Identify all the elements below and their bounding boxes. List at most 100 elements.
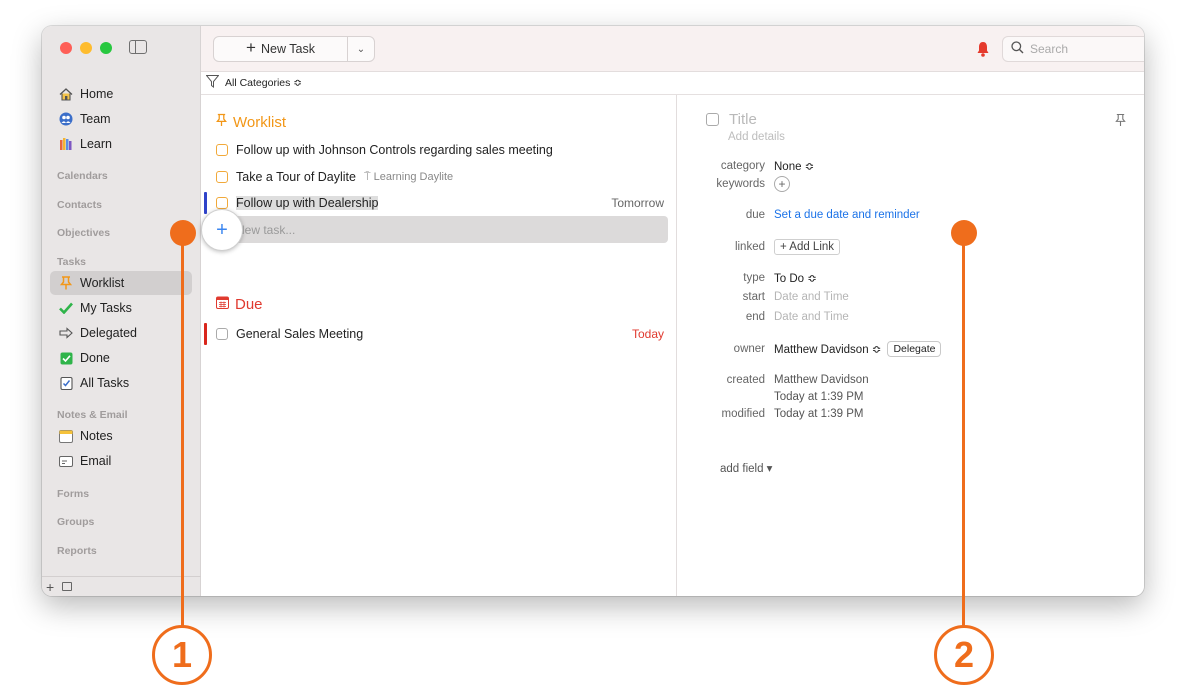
notes-icon: [58, 428, 74, 444]
sidebar-item-done[interactable]: Done: [50, 346, 192, 370]
sidebar-toggle-icon[interactable]: [129, 40, 147, 54]
field-label: due: [745, 209, 765, 221]
end-field: end Date and Time: [678, 308, 1144, 326]
sidebar-section-reports[interactable]: Reports: [57, 545, 97, 557]
task-checkbox[interactable]: [216, 171, 228, 183]
category-filter-select[interactable]: All Categories ≎: [225, 77, 302, 89]
callout-number: 1: [152, 625, 212, 685]
due-section-header: Due: [216, 296, 263, 313]
sidebar-item-all-tasks[interactable]: All Tasks: [50, 371, 192, 395]
end-date-input[interactable]: Date and Time: [774, 311, 849, 323]
delegate-button[interactable]: Delegate: [887, 341, 942, 357]
linked-value: + Add Link: [774, 239, 841, 255]
task-checkbox[interactable]: [216, 197, 228, 209]
add-item-button[interactable]: +: [46, 579, 54, 595]
sidebar-item-home[interactable]: Home: [50, 82, 192, 106]
field-label: owner: [733, 343, 765, 355]
add-link-button[interactable]: + Add Link: [774, 239, 841, 255]
task-row[interactable]: General Sales Meeting Today: [216, 323, 664, 345]
task-title: Follow up with Dealership: [236, 196, 379, 210]
callout-dot: [951, 220, 977, 246]
sidebar-section-tasks[interactable]: Tasks: [57, 256, 86, 268]
owner-field: owner Matthew Davidson ≎ Delegate: [678, 340, 1144, 358]
new-task-button[interactable]: + New Task: [214, 37, 348, 61]
worklist-section-header: Worklist: [216, 113, 286, 131]
callout-dot: [170, 220, 196, 246]
sidebar-section-contacts[interactable]: Contacts: [57, 199, 102, 211]
sidebar-item-label: Team: [80, 112, 111, 126]
field-label: type: [743, 272, 765, 284]
start-field: start Date and Time: [678, 288, 1144, 306]
add-task-plus-icon[interactable]: +: [201, 209, 243, 251]
priority-indicator: [204, 192, 207, 214]
add-field-button[interactable]: add field ▾: [720, 461, 772, 475]
sidebar-item-label: Learn: [80, 137, 112, 151]
sidebar-section-forms[interactable]: Forms: [57, 488, 89, 500]
new-task-input-row[interactable]: New task...: [208, 216, 668, 243]
sidebar-item-team[interactable]: Team: [50, 107, 192, 131]
close-window-button[interactable]: [60, 42, 72, 54]
sidebar-item-label: Delegated: [80, 326, 137, 340]
sidebar-section-calendars[interactable]: Calendars: [57, 170, 108, 182]
sidebar: Home Team Learn Calendars Contacts Objec…: [42, 26, 201, 596]
task-tag-label: Learning Daylite: [373, 170, 454, 183]
task-checkbox[interactable]: [216, 328, 228, 340]
task-title: Follow up with Johnson Controls regardin…: [236, 143, 553, 157]
task-row[interactable]: Take a Tour of Daylite ⍑ Learning Daylit…: [216, 166, 664, 188]
task-detail-pane: Title Add details category None ≎ keywor…: [678, 95, 1144, 596]
task-title: General Sales Meeting: [236, 327, 364, 341]
set-due-date-link[interactable]: Set a due date and reminder: [774, 209, 920, 221]
callout-line: [181, 232, 184, 630]
arrow-right-icon: [58, 325, 74, 341]
sidebar-section-objectives[interactable]: Objectives: [57, 227, 110, 239]
sidebar-item-learn[interactable]: Learn: [50, 132, 192, 156]
sidebar-section-notes-email[interactable]: Notes & Email: [57, 409, 128, 421]
add-keyword-button[interactable]: +: [774, 176, 790, 192]
task-checkbox[interactable]: [216, 144, 228, 156]
sidebar-item-my-tasks[interactable]: My Tasks: [50, 296, 192, 320]
task-row[interactable]: Follow up with Johnson Controls regardin…: [216, 139, 664, 161]
zoom-window-button[interactable]: [100, 42, 112, 54]
task-row[interactable]: Follow up with Dealership Tomorrow: [216, 192, 664, 214]
field-label: end: [745, 311, 765, 323]
calendar-small-icon[interactable]: [62, 582, 73, 591]
task-tag: ⍑ Learning Daylite: [364, 171, 453, 184]
sidebar-item-delegated[interactable]: Delegated: [50, 321, 192, 345]
worklist-title: Worklist: [233, 113, 287, 131]
field-label: created: [726, 374, 765, 386]
priority-indicator: [204, 323, 207, 345]
task-due-date: Tomorrow: [611, 196, 664, 210]
task-title: Take a Tour of Daylite: [236, 170, 356, 184]
new-task-label: New Task: [260, 42, 315, 56]
minimize-window-button[interactable]: [80, 42, 92, 54]
type-select[interactable]: To Do ≎: [774, 271, 817, 285]
app-window: Home Team Learn Calendars Contacts Objec…: [42, 26, 1144, 596]
title-input[interactable]: Title: [729, 111, 757, 128]
checked-box-icon: [58, 350, 74, 366]
field-label: category: [720, 160, 765, 172]
detail-checkbox[interactable]: [706, 113, 719, 126]
email-icon: [58, 453, 74, 469]
bell-icon[interactable]: [976, 41, 990, 57]
sidebar-item-email[interactable]: Email: [50, 449, 192, 473]
sidebar-item-label: Worklist: [80, 276, 125, 290]
pin-icon: [216, 113, 227, 131]
category-select[interactable]: None ≎: [774, 159, 814, 173]
search-input[interactable]: [1030, 42, 1144, 56]
chevron-down-icon[interactable]: ⌄: [348, 44, 374, 55]
category-field: category None ≎: [678, 157, 1144, 175]
all-tasks-icon: [58, 375, 74, 391]
start-date-input[interactable]: Date and Time: [774, 291, 849, 303]
home-icon: [58, 86, 74, 102]
modified-field: modified Today at 1:39 PM: [678, 405, 1144, 423]
pin-icon[interactable]: [1115, 113, 1126, 130]
search-field[interactable]: [1002, 36, 1144, 62]
sidebar-item-notes[interactable]: Notes: [50, 424, 192, 448]
learn-tag-icon: ⍑: [363, 170, 371, 183]
filter-icon[interactable]: [205, 75, 220, 91]
sidebar-item-worklist[interactable]: Worklist: [50, 271, 192, 295]
sidebar-section-groups[interactable]: Groups: [57, 516, 94, 528]
owner-select[interactable]: Matthew Davidson ≎: [774, 342, 881, 356]
modified-time: Today at 1:39 PM: [774, 408, 864, 420]
details-input[interactable]: Add details: [728, 131, 785, 143]
